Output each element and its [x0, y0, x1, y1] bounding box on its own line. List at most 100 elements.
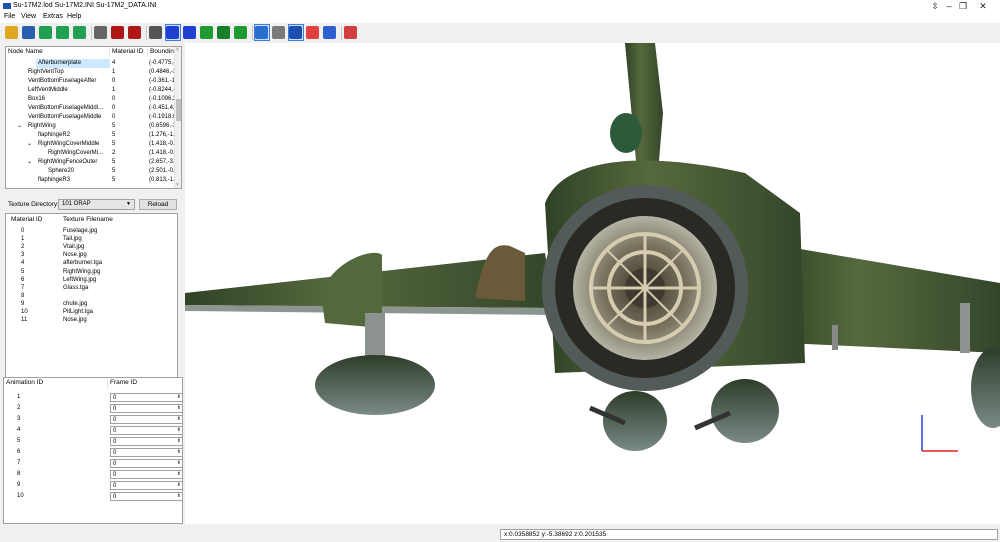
cube-outline-icon[interactable] — [323, 26, 336, 39]
node-tree-row[interactable]: flaphingeR2 5 (1.276,-1. — [6, 131, 176, 140]
spinner-arrows-icon[interactable]: ⬍ — [177, 459, 181, 467]
redo-icon[interactable] — [56, 26, 69, 39]
expand-chevron-icon[interactable]: ⌄ — [17, 122, 25, 131]
wireframe-icon[interactable] — [149, 26, 162, 39]
save-icon[interactable] — [22, 26, 35, 39]
animation-id: 4 — [17, 427, 21, 433]
node-tree-row[interactable]: Afterburnerplate 4 (-0.4775,- — [6, 59, 176, 68]
animation-id: 1 — [17, 394, 21, 400]
tools-icon[interactable] — [344, 26, 357, 39]
frame-id-spinner[interactable]: 0 ⬍ — [110, 426, 182, 435]
header-bounding[interactable]: Bounding — [148, 47, 176, 57]
close-button[interactable]: ✕ — [966, 0, 1000, 12]
node-tree-row[interactable]: LeftVentMiddle 1 (-0.8244,- — [6, 86, 176, 95]
spinner-arrows-icon[interactable]: ⬍ — [177, 393, 181, 401]
animation-row: 4 0 ⬍ — [4, 425, 182, 436]
smooth-shading-icon[interactable] — [111, 26, 124, 39]
frame-id-value: 0 — [113, 406, 117, 412]
node-tree-row[interactable]: flaphingeR3 5 (0.813,-1. — [6, 176, 176, 185]
node-bounding: (2.501,-0. — [149, 168, 175, 174]
app-icon — [3, 3, 11, 9]
frame-id-spinner[interactable]: 0 ⬍ — [110, 492, 182, 501]
node-bounding: (-0.4775,- — [149, 60, 176, 66]
frame-id-spinner[interactable]: 0 ⬍ — [110, 481, 182, 490]
node-tree-row[interactable]: ⌄ RightWing 5 (0.6596,-3 — [6, 122, 176, 131]
animation-row: 9 0 ⬍ — [4, 480, 182, 491]
texture-directory-value: 101 ORAP — [62, 201, 91, 207]
scroll-up-icon[interactable]: ˄ — [176, 47, 179, 53]
texture-directory-select[interactable]: 101 ORAP ▼ — [58, 199, 135, 210]
header-texture-filename[interactable]: Texture Filename — [61, 215, 141, 225]
axes-icon[interactable] — [306, 26, 319, 39]
spinner-arrows-icon[interactable]: ⬍ — [177, 426, 181, 434]
spinner-arrows-icon[interactable]: ⬍ — [177, 415, 181, 423]
menu-view[interactable]: View — [21, 13, 36, 20]
header-frame-id[interactable]: Frame ID — [108, 378, 182, 388]
node-tree-row[interactable]: ⌄ RightWingFenceOuter 5 (2.657,-3. — [6, 158, 176, 167]
material-row[interactable]: 11 Nose.jpg — [6, 316, 176, 325]
grid-icon[interactable] — [289, 26, 302, 39]
frame-id-spinner[interactable]: 0 ⬍ — [110, 437, 182, 446]
node-tree-row[interactable]: VentBottomFuselageAfter 0 (-0.361,-1 — [6, 77, 176, 86]
mesh-icon[interactable] — [183, 26, 196, 39]
node-tree-row[interactable]: VentBottomFuselageMiddle 0 (-0.1918,0 — [6, 113, 176, 122]
open-folder-icon[interactable] — [5, 26, 18, 39]
animation-id: 3 — [17, 416, 21, 422]
node-tree-row[interactable]: RightWingCoverMi... 2 (1.418,-0. — [6, 149, 176, 158]
frame-id-spinner[interactable]: 0 ⬍ — [110, 448, 182, 457]
node-tree[interactable]: Node Name Material ID Bounding Afterburn… — [5, 46, 182, 189]
node-name: RightWing — [28, 123, 56, 129]
node-tree-row[interactable]: RightVentTop 1 (0.4846,-3 — [6, 68, 176, 77]
undo-icon[interactable] — [39, 26, 52, 39]
cube-blue-icon[interactable] — [255, 26, 268, 39]
spinner-arrows-icon[interactable]: ⬍ — [177, 404, 181, 412]
node-material-id: 1 — [112, 87, 116, 93]
frame-id-spinner[interactable]: 0 ⬍ — [110, 393, 182, 402]
spinner-arrows-icon[interactable]: ⬍ — [177, 448, 181, 456]
node-tree-row[interactable]: Sphere20 5 (2.501,-0. — [6, 167, 176, 176]
header-node-name[interactable]: Node Name — [6, 47, 110, 57]
header-material-id[interactable]: Material ID — [110, 47, 148, 57]
cube-gray-icon[interactable] — [272, 26, 285, 39]
right-pylon — [960, 303, 970, 353]
animation-table[interactable]: Animation ID Frame ID 1 0 ⬍ 2 0 ⬍ 3 0 ⬍ 4 0 ⬍ 5 0 ⬍ 6 0 ⬍… — [3, 377, 183, 524]
expand-chevron-icon[interactable]: ⌄ — [27, 158, 35, 167]
sphere-green-icon[interactable] — [200, 26, 213, 39]
spinner-arrows-icon[interactable]: ⬍ — [177, 481, 181, 489]
frame-id-spinner[interactable]: 0 ⬍ — [110, 415, 182, 424]
node-bounding: (1.418,-0. — [149, 141, 175, 147]
spinner-arrows-icon[interactable]: ⬍ — [177, 470, 181, 478]
expand-chevron-icon[interactable]: ⌄ — [27, 140, 35, 149]
node-tree-scrollbar[interactable]: ˄ ˅ — [174, 47, 181, 188]
apply-icon[interactable] — [73, 26, 86, 39]
node-tree-row[interactable]: Box16 0 (-0.1096,2 — [6, 95, 176, 104]
frame-id-spinner[interactable]: 0 ⬍ — [110, 470, 182, 479]
header-animation-id[interactable]: Animation ID — [4, 378, 108, 388]
menu-extras[interactable]: Extras — [43, 13, 63, 20]
frame-id-spinner[interactable]: 0 ⬍ — [110, 459, 182, 468]
texture-green-icon[interactable] — [234, 26, 247, 39]
sphere-dark-icon[interactable] — [217, 26, 230, 39]
frame-id-spinner[interactable]: 0 ⬍ — [110, 404, 182, 413]
animation-id: 10 — [17, 493, 24, 499]
animation-row: 1 0 ⬍ — [4, 392, 182, 403]
bounding-box-icon[interactable] — [166, 26, 179, 39]
frame-id-value: 0 — [113, 472, 117, 478]
flat-shading-icon[interactable] — [94, 26, 107, 39]
texture-shading-icon[interactable] — [128, 26, 141, 39]
node-tree-row[interactable]: VentBottomFuselageMiddl... 0 (-0.451,4, — [6, 104, 176, 113]
menu-help[interactable]: Help — [67, 13, 81, 20]
node-tree-row[interactable]: ⌄ RightWingCoverMiddle 5 (1.418,-0. — [6, 140, 176, 149]
menu-file[interactable]: File — [4, 13, 15, 20]
scroll-thumb[interactable] — [176, 99, 181, 121]
header-material-id-col[interactable]: Material ID — [9, 215, 61, 225]
spinner-arrows-icon[interactable]: ⬍ — [177, 492, 181, 500]
node-name: VentBottomFuselageMiddle — [28, 114, 102, 120]
left-pylon — [365, 313, 385, 358]
reload-button[interactable]: Reload — [139, 199, 177, 210]
aircraft-render — [185, 43, 1000, 452]
scroll-down-icon[interactable]: ˅ — [176, 182, 179, 188]
node-material-id: 0 — [112, 78, 116, 84]
3d-viewport[interactable] — [185, 43, 1000, 524]
spinner-arrows-icon[interactable]: ⬍ — [177, 437, 181, 445]
